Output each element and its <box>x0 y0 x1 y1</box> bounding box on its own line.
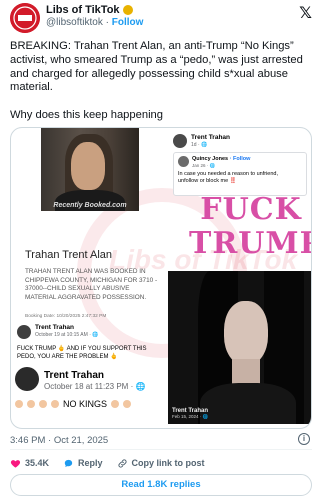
x-logo-icon[interactable]: 𝕏 <box>299 3 312 22</box>
globe-icon: 🌐 <box>202 414 209 419</box>
tweet-timestamp[interactable]: 3:46 PM · Oct 21, 2025 <box>10 435 108 446</box>
fb3-date: October 18 at 11:23 PM · <box>44 382 136 391</box>
clap-icon <box>111 400 120 408</box>
fb-shared-avatar <box>178 156 189 167</box>
clap-icon <box>123 400 132 408</box>
media-image[interactable]: Libs of TikTok Recently Booked.com Trent… <box>10 127 312 429</box>
fb-post-meta: 1d · 🌐 <box>191 142 207 148</box>
reply-button[interactable]: Reply <box>63 458 103 469</box>
portrait-photo: Trent Trahan Feb 15, 2024 · 🌐 <box>168 271 311 424</box>
divider <box>10 449 312 450</box>
clap-icon <box>39 400 47 408</box>
mugshot-photo: Recently Booked.com <box>41 128 139 211</box>
booking-date: Booking Date: 10/20/2025 2:47:32 PM <box>25 314 107 319</box>
reply-bubble-icon <box>64 459 73 467</box>
copy-link-button[interactable]: Copy link to post <box>117 458 205 469</box>
read-replies-button[interactable]: Read 1.8K replies <box>10 474 312 496</box>
portrait-date: Feb 15, 2024 · <box>172 414 203 419</box>
fb2-date-row: October 19 at 10:15 AM · 🌐 <box>35 332 99 338</box>
portrait-caption: Trent Trahan Feb 15, 2024 · 🌐 <box>172 408 208 420</box>
info-icon[interactable]: i <box>298 433 310 445</box>
big-text-line-1: FUCK <box>200 192 302 227</box>
fb3-date-row: October 18 at 11:23 PM · 🌐 <box>44 382 145 391</box>
fb-post-author: Trent Trahan <box>191 134 231 141</box>
globe-icon: 🌐 <box>201 142 208 148</box>
clap-icon <box>15 400 23 408</box>
portrait-face <box>224 301 268 365</box>
fb3-author: Trent Trahan <box>44 370 105 381</box>
portrait-date-row: Feb 15, 2024 · 🌐 <box>172 414 208 420</box>
fb-shared-meta-text: Jan 26 · <box>192 163 210 168</box>
verified-badge-icon <box>122 5 133 15</box>
follow-button[interactable]: Follow <box>112 17 144 28</box>
globe-icon: 🌐 <box>209 163 216 168</box>
copy-link-label: Copy link to post <box>131 458 205 468</box>
libs-of-tiktok-logo-icon <box>10 3 40 33</box>
booking-info-body: TRAHAN TRENT ALAN WAS BOOKED IN CHIPPEWA… <box>25 268 158 301</box>
like-count: 35.4K <box>25 458 50 468</box>
clap-icon <box>27 400 35 408</box>
tweet-text-paragraph-1: BREAKING: Trahan Trent Alan, an anti-Tru… <box>10 40 303 94</box>
booking-info-title: Trahan Trent Alan <box>25 249 113 261</box>
heart-icon <box>10 459 21 468</box>
link-icon <box>117 458 127 468</box>
clap-icon <box>51 400 59 408</box>
fb3-text-row: NO KINGS <box>15 399 132 409</box>
fb-shared-meta: Jan 26 · 🌐 <box>192 163 215 169</box>
reply-label: Reply <box>78 458 103 468</box>
fb2-date: October 19 at 10:15 AM · <box>35 332 93 338</box>
tweet-text-paragraph-2: Why does this keep happening <box>10 109 163 122</box>
fb2-text: FUCK TRUMP 🖕 AND IF YOU SUPPORT THIS PED… <box>17 346 147 360</box>
big-text-line-2: TRUMP <box>189 226 312 261</box>
fb-post-meta-text: 1d · <box>191 142 202 148</box>
display-name-row: Libs of TikTok <box>46 4 133 16</box>
fb-shared-follow: · Follow <box>228 156 251 162</box>
like-button[interactable]: 35.4K <box>10 458 49 469</box>
handle-row: @libsoftiktok · Follow <box>46 17 143 28</box>
mugshot-face <box>71 142 105 190</box>
tweet-header: Libs of TikTok @libsoftiktok · Follow 𝕏 <box>0 0 322 34</box>
fb3-avatar <box>15 367 39 391</box>
fb2-avatar <box>17 325 31 339</box>
handle[interactable]: @libsoftiktok <box>46 17 103 28</box>
globe-icon: 🌐 <box>135 382 146 391</box>
portrait-shirt <box>200 383 296 424</box>
fb-shared-author-row: Quincy Jones · Follow <box>192 156 250 162</box>
fb-shared-post: Quincy Jones · Follow Jan 26 · 🌐 In case… <box>173 152 307 196</box>
avatar[interactable] <box>10 3 40 33</box>
tweet-text: BREAKING: Trahan Trent Alan, an anti-Tru… <box>10 40 314 123</box>
action-bar: 35.4K Reply Copy link to post <box>10 456 205 470</box>
mugshot-caption: Recently Booked.com <box>53 202 127 209</box>
globe-icon: 🌐 <box>92 332 99 338</box>
fb-shared-author: Quincy Jones <box>192 156 229 162</box>
fb3-text: NO KINGS <box>63 399 108 409</box>
fb-shared-text: In case you needed a reason to unfriend,… <box>178 171 278 184</box>
display-name[interactable]: Libs of TikTok <box>46 4 120 16</box>
fb-avatar <box>173 134 187 148</box>
fb2-author: Trent Trahan <box>35 324 75 331</box>
